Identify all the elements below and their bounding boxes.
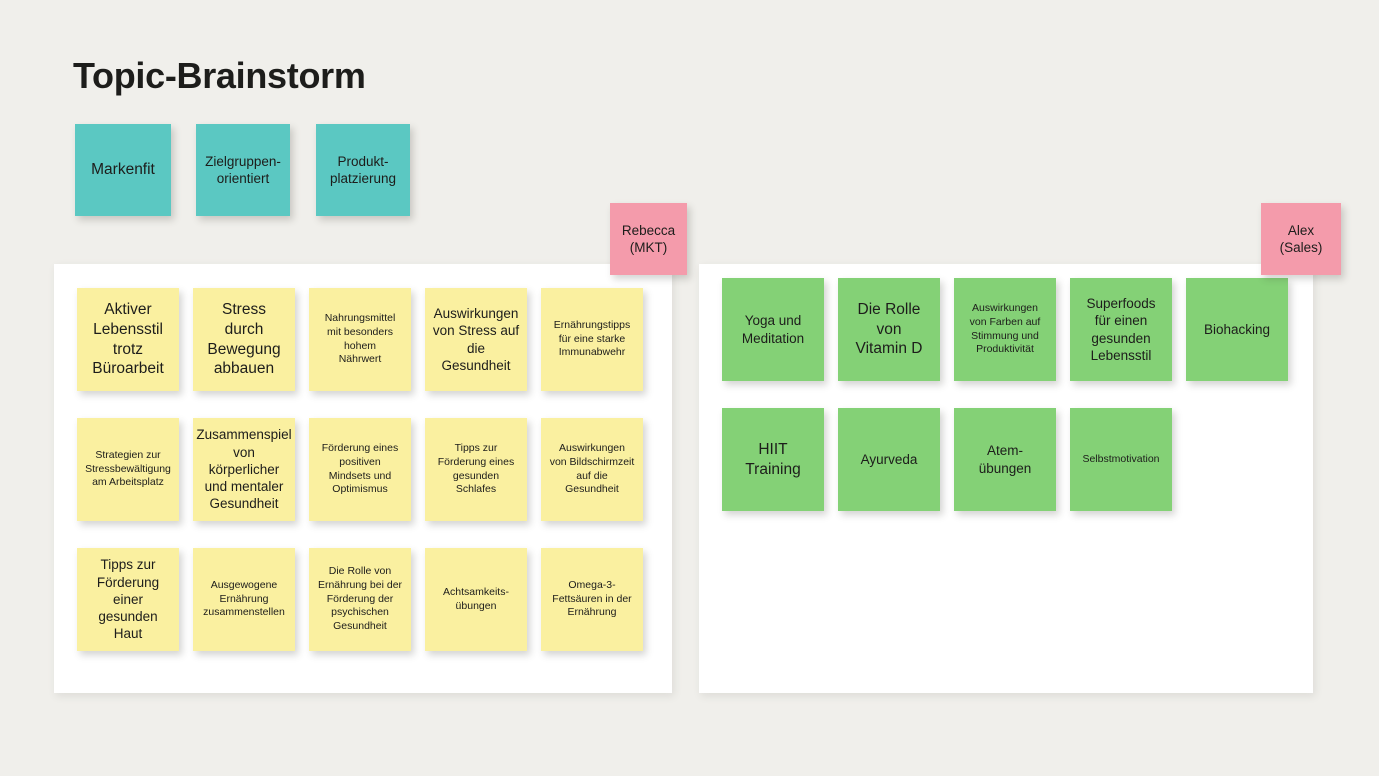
topic-note-label: Auswirkungen von Bildschirmzeit auf die …: [549, 441, 635, 496]
owner-tag-label: Rebecca (MKT): [621, 222, 676, 255]
owner-tag-label: Alex (Sales): [1279, 222, 1323, 255]
brainstorm-board: Topic-Brainstorm Markenfit Zielgruppen- …: [0, 0, 1379, 776]
topic-note[interactable]: Ayurveda: [838, 408, 940, 511]
topic-note-label: Superfoods für einen gesunden Lebensstil: [1086, 295, 1156, 363]
topic-note[interactable]: Ernährungstipps für eine starke Immunabw…: [541, 288, 643, 391]
topic-note-label: Achtsamkeits- übungen: [443, 585, 509, 612]
topic-note[interactable]: Auswirkungen von Farben auf Stimmung und…: [954, 278, 1056, 381]
topic-note[interactable]: Auswirkungen von Stress auf die Gesundhe…: [425, 288, 527, 391]
page-title: Topic-Brainstorm: [73, 55, 366, 96]
owner-tag[interactable]: Rebecca (MKT): [610, 203, 687, 275]
topic-note[interactable]: Tipps zur Förderung einer gesunden Haut: [77, 548, 179, 651]
topic-note[interactable]: Achtsamkeits- übungen: [425, 548, 527, 651]
topic-note-label: Tipps zur Förderung einer gesunden Haut: [96, 557, 160, 642]
topic-note-label: Biohacking: [1203, 321, 1271, 337]
topic-note-label: Omega-3- Fettsäuren in der Ernährung: [552, 578, 632, 619]
criteria-note[interactable]: Markenfit: [75, 124, 171, 216]
topic-note-label: Ausgewogene Ernährung zusammenstellen: [203, 578, 285, 619]
topic-note[interactable]: Ausgewogene Ernährung zusammenstellen: [193, 548, 295, 651]
topic-note-label: Selbstmotivation: [1082, 452, 1160, 465]
topic-note-label: Stress durch Bewegung abbauen: [207, 300, 281, 378]
topic-note[interactable]: Nahrungsmittel mit besonders hohem Nährw…: [309, 288, 411, 391]
topic-note[interactable]: Die Rolle von Ernährung bei der Förderun…: [309, 548, 411, 651]
criteria-note-label: Zielgruppen- orientiert: [205, 153, 281, 186]
topic-note-label: Die Rolle von Ernährung bei der Förderun…: [317, 564, 403, 633]
topic-note[interactable]: Atem- übungen: [954, 408, 1056, 511]
owner-tag[interactable]: Alex (Sales): [1261, 203, 1341, 275]
topic-note[interactable]: Zusammenspiel von körperlicher und menta…: [193, 418, 295, 521]
criteria-note-label: Markenfit: [91, 161, 155, 179]
topic-note-label: Nahrungsmittel mit besonders hohem Nährw…: [324, 311, 396, 366]
topic-note-label: Atem- übungen: [978, 443, 1032, 476]
topic-note-label: Förderung eines positiven Mindsets und O…: [321, 441, 399, 496]
topic-note-label: Zusammenspiel von körperlicher und menta…: [196, 427, 292, 512]
topic-note-label: Die Rolle von Vitamin D: [855, 300, 923, 358]
topic-note[interactable]: Tipps zur Förderung eines gesunden Schla…: [425, 418, 527, 521]
topic-note[interactable]: Aktiver Lebensstil trotz Büroarbeit: [77, 288, 179, 391]
topic-note-label: Auswirkungen von Farben auf Stimmung und…: [969, 301, 1041, 356]
topic-note[interactable]: Selbstmotivation: [1070, 408, 1172, 511]
topic-note[interactable]: Biohacking: [1186, 278, 1288, 381]
topic-note-label: Ernährungstipps für eine starke Immunabw…: [553, 318, 631, 359]
topic-note-label: Auswirkungen von Stress auf die Gesundhe…: [432, 305, 520, 373]
topic-note[interactable]: Superfoods für einen gesunden Lebensstil: [1070, 278, 1172, 381]
topic-note-label: HIIT Training: [745, 440, 801, 478]
topic-note[interactable]: Omega-3- Fettsäuren in der Ernährung: [541, 548, 643, 651]
topic-note-label: Yoga und Meditation: [741, 313, 805, 346]
topic-note-label: Tipps zur Förderung eines gesunden Schla…: [437, 441, 515, 496]
criteria-note-label: Produkt- platzierung: [329, 153, 397, 186]
topic-note-label: Strategien zur Stressbewältigung am Arbe…: [85, 448, 171, 489]
topic-note[interactable]: Stress durch Bewegung abbauen: [193, 288, 295, 391]
topic-note[interactable]: HIIT Training: [722, 408, 824, 511]
criteria-note[interactable]: Produkt- platzierung: [316, 124, 410, 216]
criteria-note[interactable]: Zielgruppen- orientiert: [196, 124, 290, 216]
topic-note-label: Aktiver Lebensstil trotz Büroarbeit: [92, 300, 164, 378]
topic-note-label: Ayurveda: [860, 451, 918, 467]
topic-note[interactable]: Yoga und Meditation: [722, 278, 824, 381]
topic-note[interactable]: Förderung eines positiven Mindsets und O…: [309, 418, 411, 521]
topic-note[interactable]: Auswirkungen von Bildschirmzeit auf die …: [541, 418, 643, 521]
topic-note[interactable]: Die Rolle von Vitamin D: [838, 278, 940, 381]
topic-note[interactable]: Strategien zur Stressbewältigung am Arbe…: [77, 418, 179, 521]
